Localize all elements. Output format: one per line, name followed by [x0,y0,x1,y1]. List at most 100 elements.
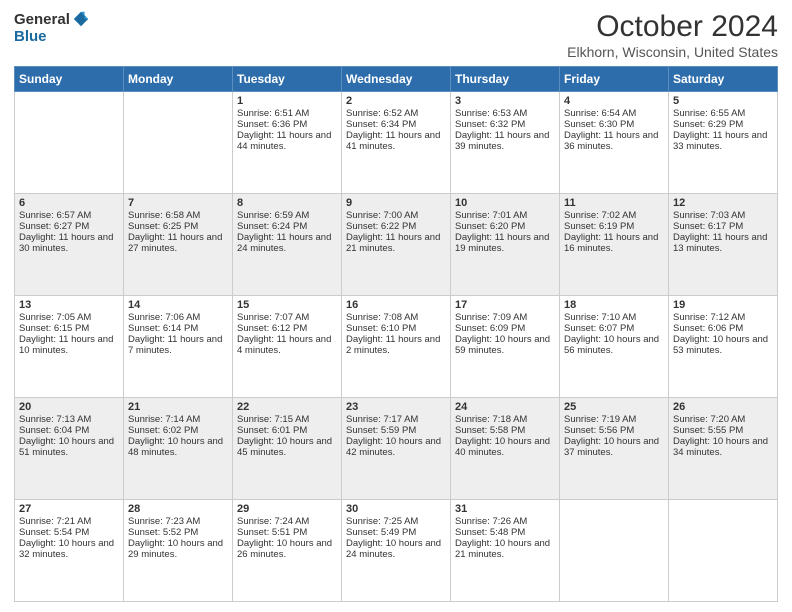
sunrise-text: Sunrise: 7:08 AM [346,312,446,323]
sunset-text: Sunset: 5:56 PM [564,425,664,436]
location-title: Elkhorn, Wisconsin, United States [567,44,778,60]
logo-area: General Blue [14,10,90,45]
calendar-cell [124,92,233,194]
sunset-text: Sunset: 6:22 PM [346,221,446,232]
sunrise-text: Sunrise: 7:21 AM [19,516,119,527]
daylight-text: Daylight: 10 hours and 40 minutes. [455,436,555,458]
calendar-cell: 9Sunrise: 7:00 AMSunset: 6:22 PMDaylight… [342,194,451,296]
day-number: 3 [455,95,555,107]
calendar-cell: 25Sunrise: 7:19 AMSunset: 5:56 PMDayligh… [560,398,669,500]
daylight-text: Daylight: 10 hours and 42 minutes. [346,436,446,458]
calendar-cell: 12Sunrise: 7:03 AMSunset: 6:17 PMDayligh… [669,194,778,296]
sunrise-text: Sunrise: 6:58 AM [128,210,228,221]
daylight-text: Daylight: 10 hours and 34 minutes. [673,436,773,458]
day-number: 28 [128,503,228,515]
day-number: 24 [455,401,555,413]
calendar-cell: 31Sunrise: 7:26 AMSunset: 5:48 PMDayligh… [451,500,560,602]
month-title: October 2024 [567,10,778,44]
sunset-text: Sunset: 6:15 PM [19,323,119,334]
sunrise-text: Sunrise: 6:54 AM [564,108,664,119]
calendar-week-row: 20Sunrise: 7:13 AMSunset: 6:04 PMDayligh… [15,398,778,500]
daylight-text: Daylight: 10 hours and 37 minutes. [564,436,664,458]
calendar-cell: 15Sunrise: 7:07 AMSunset: 6:12 PMDayligh… [233,296,342,398]
logo-blue-text: Blue [14,28,47,45]
sunrise-text: Sunrise: 7:17 AM [346,414,446,425]
calendar-cell: 30Sunrise: 7:25 AMSunset: 5:49 PMDayligh… [342,500,451,602]
daylight-text: Daylight: 10 hours and 29 minutes. [128,538,228,560]
logo-general-text: General [14,11,70,28]
day-number: 5 [673,95,773,107]
logo: General [14,10,90,28]
calendar-cell: 23Sunrise: 7:17 AMSunset: 5:59 PMDayligh… [342,398,451,500]
day-number: 26 [673,401,773,413]
calendar-cell: 8Sunrise: 6:59 AMSunset: 6:24 PMDaylight… [233,194,342,296]
sunrise-text: Sunrise: 7:25 AM [346,516,446,527]
daylight-text: Daylight: 10 hours and 51 minutes. [19,436,119,458]
calendar-cell: 21Sunrise: 7:14 AMSunset: 6:02 PMDayligh… [124,398,233,500]
day-number: 20 [19,401,119,413]
sunrise-text: Sunrise: 7:15 AM [237,414,337,425]
day-number: 29 [237,503,337,515]
day-number: 31 [455,503,555,515]
calendar-week-row: 27Sunrise: 7:21 AMSunset: 5:54 PMDayligh… [15,500,778,602]
day-number: 2 [346,95,446,107]
sunset-text: Sunset: 5:59 PM [346,425,446,436]
page: General Blue October 2024 Elkhorn, Wisco… [0,0,792,612]
calendar-cell: 22Sunrise: 7:15 AMSunset: 6:01 PMDayligh… [233,398,342,500]
daylight-text: Daylight: 11 hours and 19 minutes. [455,232,555,254]
sunset-text: Sunset: 6:04 PM [19,425,119,436]
daylight-text: Daylight: 11 hours and 44 minutes. [237,130,337,152]
day-number: 11 [564,197,664,209]
day-number: 15 [237,299,337,311]
sunrise-text: Sunrise: 6:57 AM [19,210,119,221]
sunrise-text: Sunrise: 7:26 AM [455,516,555,527]
sunrise-text: Sunrise: 6:53 AM [455,108,555,119]
sunset-text: Sunset: 6:02 PM [128,425,228,436]
sunrise-text: Sunrise: 6:51 AM [237,108,337,119]
calendar-cell: 4Sunrise: 6:54 AMSunset: 6:30 PMDaylight… [560,92,669,194]
daylight-text: Daylight: 10 hours and 48 minutes. [128,436,228,458]
sunset-text: Sunset: 5:55 PM [673,425,773,436]
sunset-text: Sunset: 6:09 PM [455,323,555,334]
sunset-text: Sunset: 6:29 PM [673,119,773,130]
daylight-text: Daylight: 11 hours and 33 minutes. [673,130,773,152]
sunrise-text: Sunrise: 7:12 AM [673,312,773,323]
day-number: 21 [128,401,228,413]
sunrise-text: Sunrise: 7:06 AM [128,312,228,323]
sunset-text: Sunset: 6:34 PM [346,119,446,130]
header: General Blue October 2024 Elkhorn, Wisco… [14,10,778,60]
sunset-text: Sunset: 5:52 PM [128,527,228,538]
daylight-text: Daylight: 10 hours and 24 minutes. [346,538,446,560]
calendar-cell [15,92,124,194]
daylight-text: Daylight: 10 hours and 56 minutes. [564,334,664,356]
calendar-cell: 24Sunrise: 7:18 AMSunset: 5:58 PMDayligh… [451,398,560,500]
daylight-text: Daylight: 11 hours and 7 minutes. [128,334,228,356]
sunrise-text: Sunrise: 7:10 AM [564,312,664,323]
calendar-cell: 20Sunrise: 7:13 AMSunset: 6:04 PMDayligh… [15,398,124,500]
calendar-cell: 10Sunrise: 7:01 AMSunset: 6:20 PMDayligh… [451,194,560,296]
sunset-text: Sunset: 5:49 PM [346,527,446,538]
sunrise-text: Sunrise: 7:14 AM [128,414,228,425]
calendar-cell: 28Sunrise: 7:23 AMSunset: 5:52 PMDayligh… [124,500,233,602]
sunrise-text: Sunrise: 7:00 AM [346,210,446,221]
sunset-text: Sunset: 6:07 PM [564,323,664,334]
sunset-text: Sunset: 6:30 PM [564,119,664,130]
daylight-text: Daylight: 10 hours and 45 minutes. [237,436,337,458]
calendar-cell: 29Sunrise: 7:24 AMSunset: 5:51 PMDayligh… [233,500,342,602]
day-number: 9 [346,197,446,209]
daylight-text: Daylight: 11 hours and 36 minutes. [564,130,664,152]
sunrise-text: Sunrise: 7:20 AM [673,414,773,425]
day-number: 19 [673,299,773,311]
calendar-cell [669,500,778,602]
day-number: 30 [346,503,446,515]
weekday-header: Thursday [451,67,560,92]
day-number: 14 [128,299,228,311]
sunrise-text: Sunrise: 6:59 AM [237,210,337,221]
daylight-text: Daylight: 10 hours and 59 minutes. [455,334,555,356]
weekday-header: Friday [560,67,669,92]
daylight-text: Daylight: 10 hours and 32 minutes. [19,538,119,560]
sunset-text: Sunset: 6:06 PM [673,323,773,334]
calendar-cell [560,500,669,602]
calendar-cell: 7Sunrise: 6:58 AMSunset: 6:25 PMDaylight… [124,194,233,296]
sunset-text: Sunset: 6:14 PM [128,323,228,334]
